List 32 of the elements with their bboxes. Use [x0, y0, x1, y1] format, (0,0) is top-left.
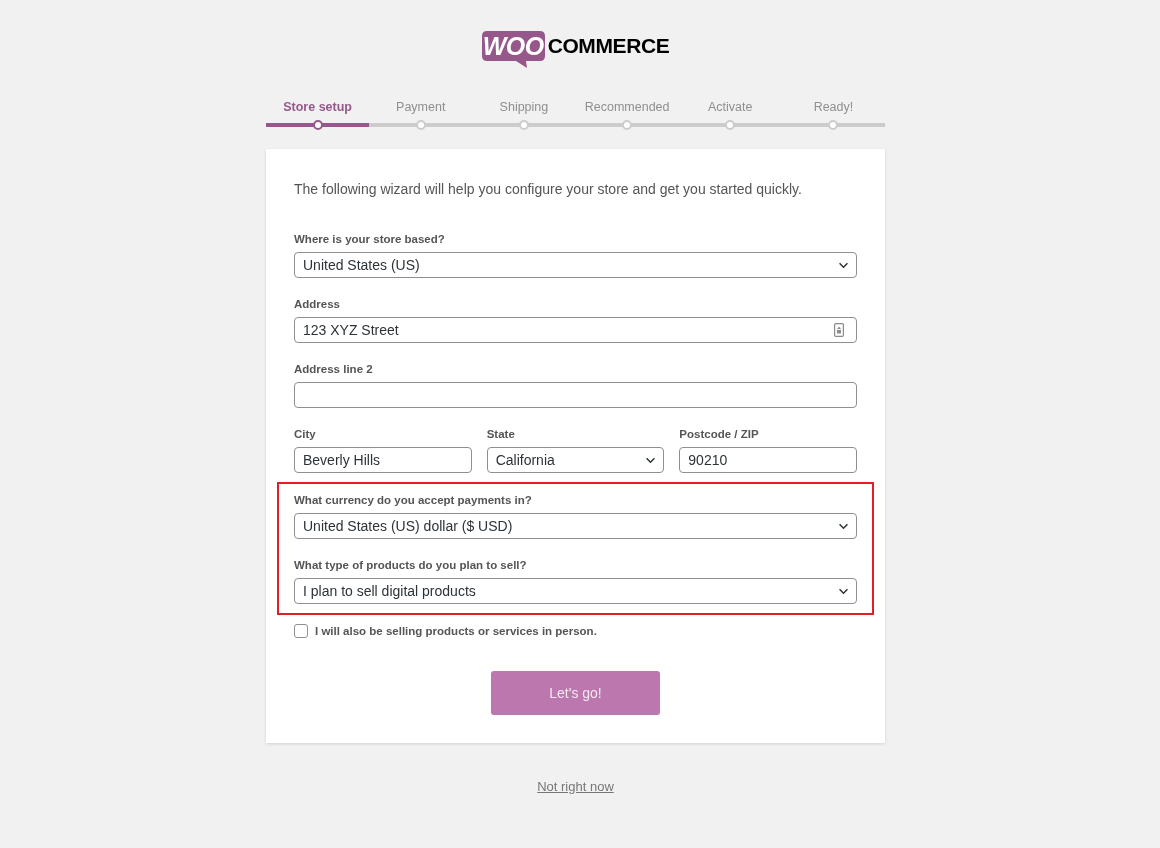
chevron-down-icon	[645, 456, 657, 464]
checkbox[interactable]	[294, 624, 308, 638]
text-input[interactable]	[294, 382, 857, 408]
step-label: Activate	[708, 99, 753, 115]
logo-badge: WOO	[481, 31, 545, 68]
chevron-down-icon	[838, 587, 849, 595]
field-label: State	[486, 428, 516, 441]
step-label: Store setup	[283, 99, 352, 115]
text-input[interactable]: 90210	[679, 447, 857, 473]
checkbox-label: I will also be selling products or services in person.	[315, 625, 597, 637]
field-label: What currency do you accept payments in?	[294, 494, 533, 507]
logo-wordmark: COMMERCE	[547, 33, 670, 59]
step-label: Ready!	[813, 99, 854, 115]
field-label: Where is your store based?	[294, 233, 446, 246]
field-label: Address line 2	[294, 363, 374, 376]
step-label: Payment	[396, 99, 446, 115]
skip-link[interactable]: Not right now	[537, 779, 614, 794]
step-label: Shipping	[499, 99, 549, 115]
intro-text: The following wizard will help you configure your store and get you started quickly.	[294, 180, 803, 199]
text-input[interactable]: 123 XYZ Street	[294, 317, 857, 343]
dropdown-select[interactable]: United States (US)	[294, 252, 857, 278]
chevron-down-icon	[838, 522, 849, 530]
dropdown-select[interactable]: United States (US) dollar ($ USD)	[294, 513, 857, 539]
field-label: Address	[294, 298, 342, 311]
field-label: City	[294, 428, 317, 441]
text-input[interactable]: Beverly Hills	[294, 447, 472, 473]
chevron-down-icon	[838, 261, 849, 269]
field-label: Postcode / ZIP	[679, 428, 760, 441]
step-label: Recommended	[584, 99, 670, 115]
dropdown-select[interactable]: California	[486, 447, 665, 473]
field-label: What type of products do you plan to sell?	[294, 559, 528, 572]
dropdown-select[interactable]: I plan to sell digital products	[294, 578, 857, 604]
